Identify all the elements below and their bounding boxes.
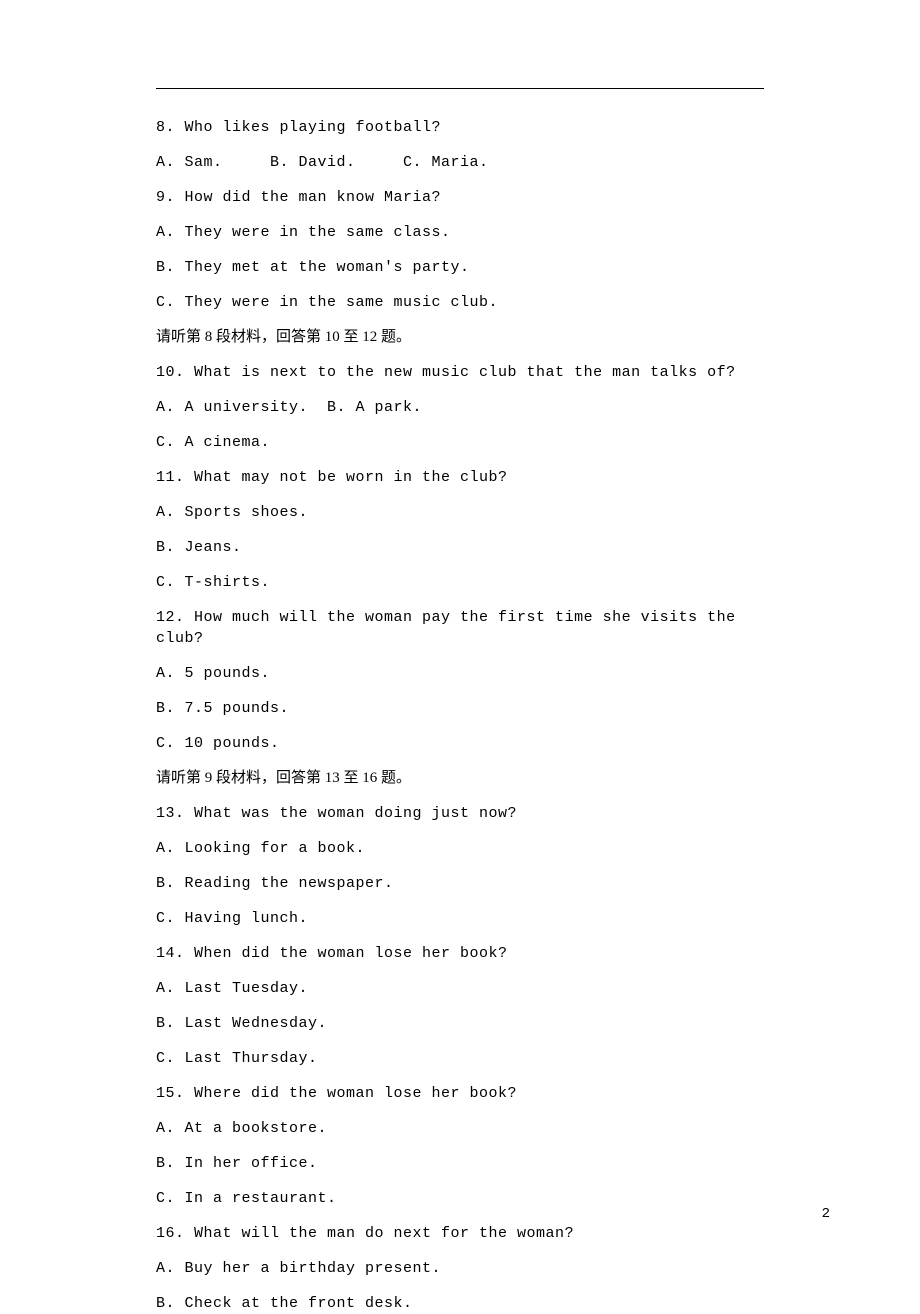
- text-line: 12. How much will the woman pay the firs…: [156, 607, 764, 649]
- text-line: B. In her office.: [156, 1153, 764, 1174]
- text-line: B. Jeans.: [156, 537, 764, 558]
- text-line: C. Last Thursday.: [156, 1048, 764, 1069]
- text-line: C. In a restaurant.: [156, 1188, 764, 1209]
- text-line: A. Buy her a birthday present.: [156, 1258, 764, 1279]
- text-body: 8. Who likes playing football? A. Sam. B.…: [156, 117, 764, 1314]
- text-line: A. Sam. B. David. C. Maria.: [156, 152, 764, 173]
- text-line: 11. What may not be worn in the club?: [156, 467, 764, 488]
- text-line: 15. Where did the woman lose her book?: [156, 1083, 764, 1104]
- text-line: B. 7.5 pounds.: [156, 698, 764, 719]
- text-line: B. They met at the woman's party.: [156, 257, 764, 278]
- text-line: C. They were in the same music club.: [156, 292, 764, 313]
- text-line: C. T-shirts.: [156, 572, 764, 593]
- header-rule: [156, 88, 764, 89]
- text-line: C. A cinema.: [156, 432, 764, 453]
- text-line: 8. Who likes playing football?: [156, 117, 764, 138]
- text-line: A. Last Tuesday.: [156, 978, 764, 999]
- text-line: C. 10 pounds.: [156, 733, 764, 754]
- text-line: 13. What was the woman doing just now?: [156, 803, 764, 824]
- text-line: 16. What will the man do next for the wo…: [156, 1223, 764, 1244]
- page-number: 2: [822, 1206, 830, 1222]
- text-line: A. They were in the same class.: [156, 222, 764, 243]
- text-line: B. Reading the newspaper.: [156, 873, 764, 894]
- text-line: 请听第 8 段材料，回答第 10 至 12 题。: [156, 327, 764, 348]
- text-line: C. Having lunch.: [156, 908, 764, 929]
- text-line: A. A university. B. A park.: [156, 397, 764, 418]
- text-line: 9. How did the man know Maria?: [156, 187, 764, 208]
- text-line: 10. What is next to the new music club t…: [156, 362, 764, 383]
- text-line: 14. When did the woman lose her book?: [156, 943, 764, 964]
- text-line: B. Last Wednesday.: [156, 1013, 764, 1034]
- text-line: A. Sports shoes.: [156, 502, 764, 523]
- page-content: 8. Who likes playing football? A. Sam. B.…: [0, 0, 920, 1314]
- text-line: B. Check at the front desk.: [156, 1293, 764, 1314]
- text-line: 请听第 9 段材料，回答第 13 至 16 题。: [156, 768, 764, 789]
- text-line: A. Looking for a book.: [156, 838, 764, 859]
- text-line: A. 5 pounds.: [156, 663, 764, 684]
- text-line: A. At a bookstore.: [156, 1118, 764, 1139]
